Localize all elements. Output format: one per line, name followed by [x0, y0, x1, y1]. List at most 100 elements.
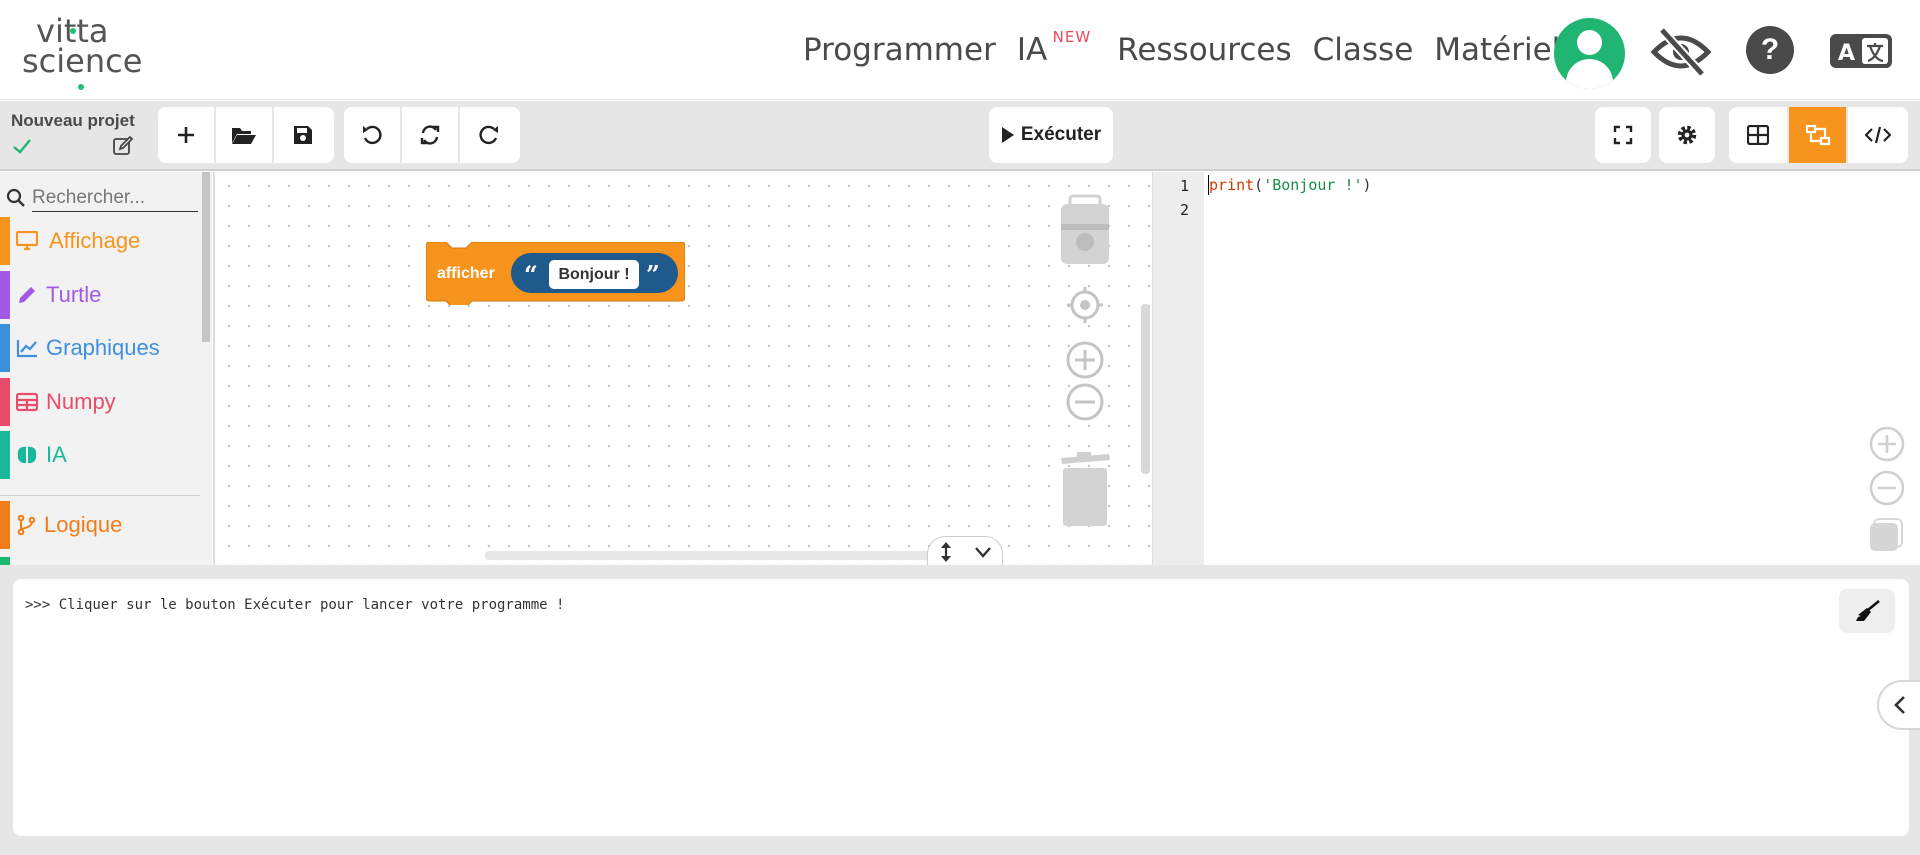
- category-graphiques[interactable]: Graphiques: [0, 324, 200, 372]
- category-label: IA: [46, 442, 67, 467]
- table-icon: [16, 392, 38, 412]
- code-line[interactable]: print('Bonjour !'): [1209, 176, 1372, 194]
- nav-classe[interactable]: Classe: [1313, 32, 1414, 68]
- fullscreen-button[interactable]: [1595, 107, 1651, 163]
- backpack-icon[interactable]: [1055, 194, 1115, 274]
- sidebar-divider: [0, 495, 200, 496]
- category-logique[interactable]: Logique: [0, 501, 200, 549]
- category-ia[interactable]: IA: [0, 431, 200, 479]
- category-label: Affichage: [49, 228, 141, 253]
- block-text-field[interactable]: Bonjour !: [549, 260, 639, 289]
- quote-close-icon: ”: [646, 260, 660, 289]
- category-next[interactable]: [0, 557, 200, 565]
- top-navbar: vitta science Programmer IA NEW Ressourc…: [0, 0, 1920, 100]
- history-buttons: [344, 107, 520, 163]
- category-numpy[interactable]: Numpy: [0, 378, 200, 426]
- category-label: Numpy: [46, 389, 116, 414]
- run-button-label: Exécuter: [1020, 124, 1102, 145]
- zoom-out-icon[interactable]: [1065, 382, 1105, 422]
- sync-icon: [420, 125, 440, 145]
- chevron-left-icon: [1893, 696, 1905, 714]
- code-mode-button[interactable]: [1848, 107, 1908, 163]
- question-icon[interactable]: ?: [1746, 26, 1794, 74]
- panel-resize-handle[interactable]: [927, 536, 1003, 565]
- category-color-bar: [0, 271, 10, 319]
- blocks-workspace[interactable]: afficher “ Bonjour ! ”: [213, 172, 1152, 565]
- blocks-mode-button[interactable]: [1729, 107, 1789, 163]
- category-label: Graphiques: [46, 335, 160, 360]
- text-cursor: [1208, 175, 1209, 195]
- reset-button[interactable]: [402, 107, 460, 163]
- search-box: [6, 184, 198, 212]
- resize-vertical-icon[interactable]: [939, 541, 953, 563]
- edit-icon[interactable]: [112, 135, 134, 157]
- save-project-button[interactable]: [274, 107, 332, 163]
- eye-slash-icon[interactable]: [1650, 26, 1712, 78]
- category-label: Turtle: [46, 282, 102, 307]
- console-output[interactable]: >>> Cliquer sur le bouton Exécuter pour …: [13, 579, 1909, 836]
- plus-icon: [178, 127, 194, 143]
- code-paren-open: (: [1254, 176, 1264, 194]
- side-panel-toggle[interactable]: [1877, 680, 1920, 730]
- undo-button[interactable]: [344, 107, 402, 163]
- zoom-in-icon[interactable]: [1065, 340, 1105, 380]
- category-affichage[interactable]: Affichage: [0, 217, 200, 265]
- code-paren-close: ): [1362, 176, 1372, 194]
- zoom-in-icon[interactable]: [1868, 425, 1906, 463]
- gear-icon: [1677, 125, 1697, 145]
- monitor-icon: [16, 231, 38, 251]
- category-color-bar: [0, 501, 10, 549]
- zoom-out-icon[interactable]: [1868, 469, 1906, 507]
- workspace-horizontal-scrollbar[interactable]: [485, 551, 965, 560]
- open-project-button[interactable]: [216, 107, 274, 163]
- pencil-icon: [19, 287, 35, 303]
- toolbar: Nouveau projet Exécuter: [0, 101, 1920, 171]
- avatar-body: [1566, 59, 1613, 89]
- nav-materiel[interactable]: Matériel: [1434, 32, 1560, 68]
- code-editor[interactable]: 1 2 print('Bonjour !'): [1152, 172, 1920, 565]
- run-button[interactable]: Exécuter: [989, 107, 1113, 163]
- user-avatar-icon[interactable]: [1554, 18, 1625, 89]
- nav-ressources[interactable]: Ressources: [1117, 32, 1291, 68]
- category-color-bar: [0, 431, 10, 479]
- check-icon: [11, 135, 33, 157]
- view-mode-switch: [1729, 107, 1908, 163]
- save-icon: [294, 126, 312, 144]
- logo-dot: [70, 28, 76, 34]
- nav-ia[interactable]: IA NEW: [1016, 28, 1090, 68]
- sidebar-scrollbar[interactable]: [202, 172, 210, 342]
- new-project-button[interactable]: [158, 107, 216, 163]
- line-chart-icon: [16, 340, 37, 358]
- branch-icon: [17, 515, 36, 535]
- nav-new-badge: NEW: [1052, 28, 1092, 46]
- logo-dot: [78, 84, 84, 90]
- category-color-bar: [0, 378, 10, 426]
- category-color-bar: [0, 557, 10, 565]
- translate-icon[interactable]: A: [1830, 34, 1892, 68]
- project-name[interactable]: Nouveau projet: [11, 111, 135, 131]
- settings-button[interactable]: [1659, 107, 1715, 163]
- chevron-down-icon[interactable]: [974, 545, 992, 559]
- undo-icon: [363, 125, 382, 145]
- clear-console-button[interactable]: [1839, 589, 1895, 633]
- reset-zoom-icon[interactable]: [1868, 513, 1906, 551]
- nav-ia-label: IA: [1016, 32, 1048, 68]
- search-icon: [6, 188, 25, 207]
- editor-zoom-controls: [1868, 425, 1908, 555]
- category-turtle[interactable]: Turtle: [0, 271, 200, 319]
- line-number: 1: [1179, 177, 1189, 195]
- trash-icon[interactable]: [1055, 452, 1115, 528]
- nav-programmer[interactable]: Programmer: [803, 32, 996, 68]
- redo-button[interactable]: [460, 107, 518, 163]
- grid-icon: [1746, 125, 1769, 145]
- search-input[interactable]: [32, 184, 198, 212]
- code-function: print: [1209, 176, 1255, 194]
- logo-line-2: science: [22, 42, 143, 80]
- quote-open-icon: “: [524, 260, 538, 289]
- recenter-icon[interactable]: [1065, 285, 1105, 325]
- mixed-mode-button[interactable]: [1788, 107, 1849, 163]
- brain-icon: [17, 446, 37, 464]
- vittascience-logo[interactable]: vitta science: [22, 15, 162, 90]
- workspace-vertical-scrollbar[interactable]: [1141, 304, 1150, 474]
- category-label: Logique: [44, 512, 123, 537]
